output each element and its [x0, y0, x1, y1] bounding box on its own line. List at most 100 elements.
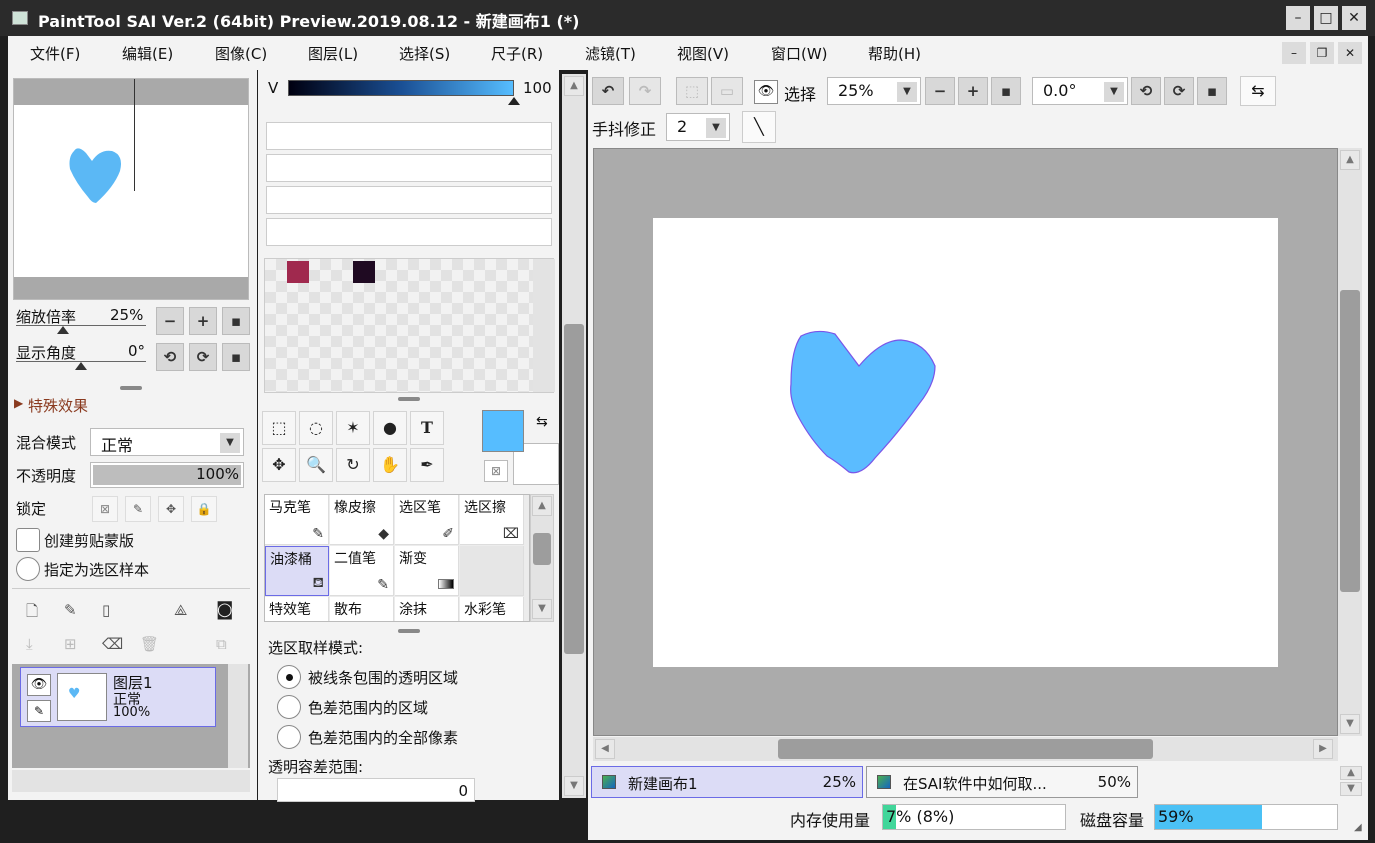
doc-tab-1[interactable]: 新建画布1 25%	[591, 766, 863, 798]
shape-tool[interactable]: ●	[373, 411, 407, 445]
transparent-color-button[interactable]: ⊠	[484, 460, 508, 482]
clip-checkbox[interactable]	[16, 528, 40, 552]
rotate-right-button[interactable]: ⟳	[189, 343, 217, 371]
option-radio-2[interactable]	[277, 695, 301, 719]
brush-select-eraser[interactable]: 选区擦 ⌧	[460, 495, 524, 545]
color-slider-2[interactable]	[266, 154, 552, 182]
menu-help[interactable]: 帮助(H)	[868, 43, 921, 64]
doc-close-button[interactable]: ✕	[1338, 42, 1362, 64]
value-slider[interactable]	[288, 80, 514, 96]
angle-slider-handle[interactable]	[75, 362, 87, 370]
brush-select-pen[interactable]: 选区笔 ✐	[395, 495, 459, 545]
option-radio-1[interactable]	[277, 665, 301, 689]
canvas-vscroll[interactable]: ▲ ▼	[1338, 148, 1362, 736]
blend-mode-select[interactable]: 正常 ▼	[90, 428, 244, 456]
doc-tabs-scroll[interactable]: ▲ ▼	[1340, 766, 1362, 798]
layer-list-scrollbar[interactable]	[228, 664, 248, 768]
canvas-vscroll-thumb[interactable]	[1340, 290, 1360, 592]
canvas-document[interactable]	[653, 218, 1278, 667]
lock-all-button[interactable]: 🔒	[191, 496, 217, 522]
tolerance-field[interactable]: 0	[277, 778, 475, 802]
menu-select[interactable]: 选择(S)	[399, 43, 450, 64]
rotate-tool[interactable]: ↻	[336, 448, 370, 482]
menu-window[interactable]: 窗口(W)	[771, 43, 828, 64]
lock-paint-button[interactable]: ✎	[125, 496, 151, 522]
brush-eraser[interactable]: 橡皮擦 ◆	[330, 495, 394, 545]
canvas-angle-select[interactable]: 0.0° ▼	[1032, 77, 1128, 105]
lasso-tool[interactable]: ◌	[299, 411, 333, 445]
menu-file[interactable]: 文件(F)	[30, 43, 80, 64]
canvas-hscroll[interactable]: ◀ ▶	[593, 737, 1338, 761]
move-tool[interactable]: ✥	[262, 448, 296, 482]
swatch-grid[interactable]	[264, 258, 555, 393]
show-selection-eye-icon[interactable]: 👁	[754, 80, 778, 104]
menu-edit[interactable]: 编辑(E)	[122, 43, 173, 64]
doc-minimize-button[interactable]: –	[1282, 42, 1306, 64]
canvas-rotate-reset-button[interactable]: ▪	[1197, 77, 1227, 105]
scroll-down-icon[interactable]: ▼	[1340, 714, 1360, 734]
opacity-slider[interactable]: 100%	[90, 462, 244, 488]
swatch-dark-purple[interactable]	[353, 261, 375, 283]
minimize-button[interactable]: –	[1286, 6, 1310, 30]
zoom-reset-button[interactable]: ▪	[222, 307, 250, 335]
canvas-rotate-right-button[interactable]: ⟳	[1164, 77, 1194, 105]
color-slider-4[interactable]	[266, 218, 552, 246]
sample-checkbox[interactable]	[16, 557, 40, 581]
scroll-left-icon[interactable]: ◀	[595, 739, 615, 759]
rotate-left-button[interactable]: ⟲	[156, 343, 184, 371]
scroll-up-icon[interactable]: ▲	[1340, 150, 1360, 170]
middle-panel-scrollbar[interactable]: ▲ ▼	[562, 74, 586, 798]
layer-edit-pen-icon[interactable]: ✎	[27, 700, 51, 722]
scroll-down-icon[interactable]: ▼	[1340, 782, 1362, 796]
transfer-down-icon[interactable]: ⊞	[64, 635, 77, 653]
color-slider-1[interactable]	[266, 122, 552, 150]
layer-effect-icon[interactable]: ⟁	[174, 601, 187, 619]
canvas-viewport[interactable]	[593, 148, 1338, 736]
clear-layer-icon[interactable]: ⌫	[102, 635, 123, 653]
menu-image[interactable]: 图像(C)	[215, 43, 267, 64]
flip-horizontal-button[interactable]: ⇆	[1240, 76, 1276, 106]
brush-grid-scrollbar[interactable]: ▲ ▼	[530, 494, 554, 622]
swatch-scrollbar[interactable]	[533, 259, 555, 392]
new-layer-icon[interactable]: 🗋	[26, 601, 38, 626]
doc-tab-2[interactable]: 在SAI软件中如何取... 50%	[866, 766, 1138, 798]
brush-watercolor[interactable]: 水彩笔	[460, 597, 524, 621]
menu-ruler[interactable]: 尺子(R)	[491, 43, 543, 64]
maximize-button[interactable]: □	[1314, 6, 1338, 30]
brush-scatter[interactable]: 散布	[330, 597, 394, 621]
brush-bucket[interactable]: 油漆桶 ⛾	[265, 546, 329, 596]
rect-select-tool[interactable]: ⬚	[262, 411, 296, 445]
resize-grip-icon[interactable]: ◢	[1354, 822, 1362, 833]
brush-effect-pen[interactable]: 特效笔	[265, 597, 329, 621]
navigator-preview[interactable]	[13, 78, 249, 300]
canvas-rotate-left-button[interactable]: ⟲	[1131, 77, 1161, 105]
scroll-right-icon[interactable]: ▶	[1313, 739, 1333, 759]
rotate-reset-button[interactable]: ▪	[222, 343, 250, 371]
doc-restore-button[interactable]: ❐	[1310, 42, 1334, 64]
brush-smudge[interactable]: 涂抹	[395, 597, 459, 621]
panel-splitter-3[interactable]	[398, 629, 420, 633]
invert-selection-button[interactable]: ▭	[711, 77, 743, 105]
brush-gradient[interactable]: 渐变	[395, 546, 459, 596]
swatch-crimson[interactable]	[287, 261, 309, 283]
zoom-tool[interactable]: 🔍	[299, 448, 333, 482]
deselect-button[interactable]: ⬚	[676, 77, 708, 105]
brush-binary-pen[interactable]: 二值笔 ✎	[330, 546, 394, 596]
menu-view[interactable]: 视图(V)	[677, 43, 729, 64]
text-tool[interactable]: T	[410, 411, 444, 445]
zoom-slider[interactable]	[16, 325, 146, 326]
brush-empty-slot[interactable]	[460, 546, 524, 596]
scroll-down-icon[interactable]: ▼	[532, 599, 552, 619]
magic-wand-tool[interactable]: ✶	[336, 411, 370, 445]
canvas-hscroll-thumb[interactable]	[778, 739, 1153, 759]
close-button[interactable]: ✕	[1342, 6, 1366, 30]
new-linework-layer-icon[interactable]: ✎	[64, 601, 77, 619]
primary-color[interactable]	[482, 410, 524, 452]
scroll-up-icon[interactable]: ▲	[1340, 766, 1362, 780]
menu-layer[interactable]: 图层(L)	[308, 43, 358, 64]
layer-list-hscroll[interactable]	[12, 770, 250, 792]
lock-transparency-button[interactable]: ⊠	[92, 496, 118, 522]
canvas-zoom-reset-button[interactable]: ▪	[991, 77, 1021, 105]
undo-button[interactable]: ↶	[592, 77, 624, 105]
brush-marker[interactable]: 马克笔 ✎	[265, 495, 329, 545]
